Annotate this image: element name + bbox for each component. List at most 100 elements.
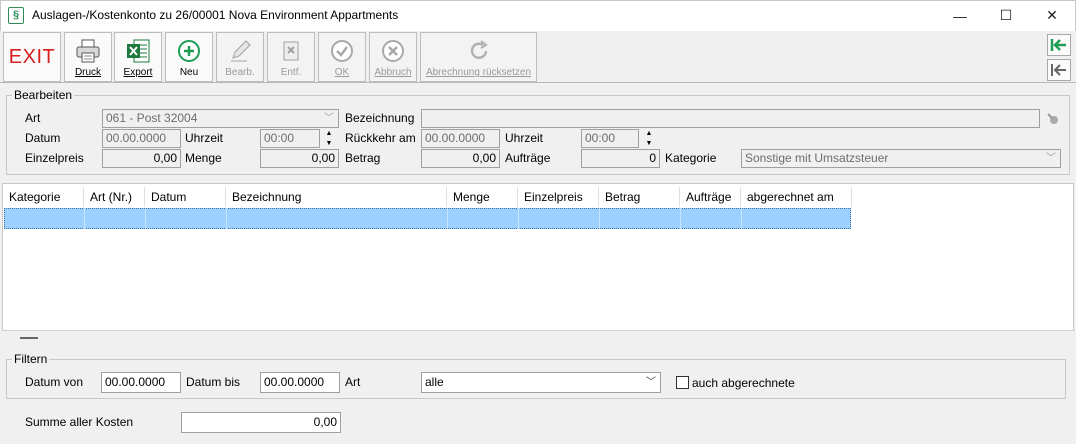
kategorie-select[interactable]: Sonstige mit Umsatzsteuer ﹀ [741,149,1061,168]
row-cell-divider [599,208,600,229]
spin-down-icon[interactable]: ▼ [642,139,656,149]
filter-art-value: alle [425,375,444,389]
col-menge[interactable]: Menge [447,187,518,207]
minimize-button[interactable]: — [937,0,983,31]
rueckkehr-input[interactable]: 00.00.0000 [421,129,500,148]
splitter-bar[interactable] [2,330,1074,346]
auch-abgerechnete-label: auch abgerechnete [692,376,795,390]
exit-label: EXIT [8,45,56,68]
chevron-down-icon: ﹀ [324,113,334,124]
delete-icon [278,37,304,65]
export-label: Export [123,67,153,78]
neu-label: Neu [179,67,199,78]
einzelpreis-label: Einzelpreis [25,151,84,165]
bearbeiten-group-label: Bearbeiten [12,88,75,102]
betrag-label: Betrag [345,151,381,165]
spin-up-icon[interactable]: ▲ [642,129,656,139]
row-cell-divider [84,208,85,229]
einzelpreis-input[interactable]: 0,00 [102,149,181,168]
row-cell-divider [226,208,227,229]
datum-bis-label: Datum bis [186,375,241,389]
bezeichnung-input[interactable] [421,109,1040,128]
printer-icon [75,37,101,65]
auftraege-label: Aufträge [505,151,551,165]
export-button[interactable]: Export [114,32,162,82]
menge-input[interactable]: 0,00 [260,149,339,168]
table-row[interactable] [4,208,851,229]
row-cell-divider [680,208,681,229]
arrow-left-icon [1051,64,1066,76]
spin-down-icon[interactable]: ▼ [322,139,336,149]
filter-group-label: Filtern [12,352,50,366]
betrag-input[interactable]: 0,00 [421,149,500,168]
app-icon: § [8,7,24,24]
chevron-down-icon: ﹀ [1046,153,1056,164]
summe-label: Summe aller Kosten [25,415,134,429]
cancel-icon [380,37,406,65]
entf-label: Entf. [280,67,302,78]
entf-button[interactable]: Entf. [267,32,315,82]
col-art-nr[interactable]: Art (Nr.) [84,187,145,207]
ok-label: OK [334,67,350,78]
row-cell-divider [741,208,742,229]
bearb-label: Bearb. [225,67,255,78]
col-abgerechnet-am[interactable]: abgerechnet am [741,187,852,207]
edit-icon [227,37,253,65]
uhrzeit-label: Uhrzeit [185,131,224,145]
add-icon [176,37,202,65]
druck-label: Druck [74,67,102,78]
reset-button[interactable]: Abrechnung rücksetzen [420,32,537,82]
datum-von-input[interactable]: 00.00.0000 [101,372,181,393]
art-select-value: 061 - Post 32004 [106,111,198,125]
col-betrag[interactable]: Betrag [599,187,680,207]
filter-art-select[interactable]: alle ﹀ [421,372,661,393]
row-cell-divider [447,208,448,229]
col-kategorie[interactable]: Kategorie [3,187,84,207]
nav-first-button[interactable] [1047,34,1071,56]
reset-label: Abrechnung rücksetzen [425,67,532,78]
ok-button[interactable]: OK [318,32,366,82]
uhrzeit2-spinner[interactable]: ▲ ▼ [642,129,656,148]
col-datum[interactable]: Datum [145,187,226,207]
rueckkehr-label: Rückkehr am [345,131,416,145]
uhrzeit2-input[interactable]: 00:00 [581,129,639,148]
row-cell-divider [145,208,146,229]
spin-up-icon[interactable]: ▲ [322,129,336,139]
excel-icon [125,37,151,65]
uhrzeit2-label: Uhrzeit [505,131,544,145]
arrow-left-bar-icon [1050,39,1066,51]
menge-label: Menge [185,151,222,165]
auftraege-input[interactable]: 0 [581,149,660,168]
window-title: Auslagen-/Kostenkonto zu 26/00001 Nova E… [32,8,399,22]
filter-art-label: Art [345,375,361,389]
auch-abgerechnete-checkbox[interactable] [676,376,689,389]
close-button[interactable]: ✕ [1029,0,1075,31]
nav-back-button[interactable] [1047,59,1071,81]
bearb-button[interactable]: Bearb. [216,32,264,82]
uhrzeit-input[interactable]: 00:00 [260,129,320,148]
datum-von-label: Datum von [25,375,84,389]
col-einzelpreis[interactable]: Einzelpreis [518,187,599,207]
maximize-button[interactable]: ☐ [983,0,1029,31]
summe-value: 0,00 [181,412,341,433]
neu-button[interactable]: Neu [165,32,213,82]
chevron-down-icon: ﹀ [646,377,656,388]
kategorie-select-value: Sonstige mit Umsatzsteuer [745,151,889,165]
refresh-icon [466,37,492,65]
bezeichnung-label: Bezeichnung [345,111,415,125]
uhrzeit-spinner[interactable]: ▲ ▼ [322,129,336,148]
col-bezeichnung[interactable]: Bezeichnung [226,187,447,207]
druck-button[interactable]: Druck [64,32,112,82]
row-cell-divider [518,208,519,229]
splitter-handle-icon[interactable] [20,337,38,339]
datum-bis-input[interactable]: 00.00.0000 [260,372,340,393]
art-select[interactable]: 061 - Post 32004 ﹀ [102,109,339,128]
abbruch-button[interactable]: Abbruch [369,32,417,82]
exit-button[interactable]: EXIT [3,32,61,82]
check-icon [329,37,355,65]
datum-input[interactable]: 00.00.0000 [102,129,181,148]
lookup-icon[interactable] [1045,111,1061,127]
col-auftraege[interactable]: Aufträge [680,187,741,207]
abbruch-label: Abbruch [374,67,412,78]
kategorie-label: Kategorie [665,151,717,165]
